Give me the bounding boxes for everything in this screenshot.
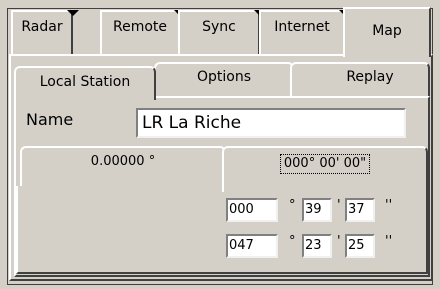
tab-replay-label: Replay [346,69,394,85]
longitude-seconds-field[interactable]: 25 [345,234,375,258]
tab-radar[interactable]: Radar [11,10,73,54]
latitude-seconds-field[interactable]: 37 [345,198,375,222]
tab-radar-label: Radar [21,19,63,35]
degree-symbol: ° [289,234,296,249]
tab-corner-icon [67,10,79,16]
tab-sync-label: Sync [202,19,236,35]
tab-local-station-label: Local Station [39,74,131,90]
longitude-minutes-field[interactable]: 23 [302,234,332,258]
tab-options[interactable]: Options [154,62,294,96]
second-symbol: '' [385,198,393,213]
tab-map[interactable]: Map [343,7,431,57]
second-symbol: '' [385,234,393,249]
latitude-minutes-field[interactable]: 39 [302,198,332,222]
tab-decimal-label: 0.00000 ° [90,154,156,169]
tab-decimal-coordinates[interactable]: 0.00000 ° [20,146,226,186]
tab-internet-label: Internet [274,19,330,35]
tab-dms-label: 000° 00' 00" [279,154,371,174]
minute-symbol: ' [337,198,341,213]
tab-remote-label: Remote [112,19,168,35]
minute-symbol: ' [337,234,341,249]
name-field[interactable]: LR La Riche [136,108,406,138]
tab-options-label: Options [196,69,252,85]
latitude-degrees-field[interactable]: 000 [226,198,278,222]
tab-replay[interactable]: Replay [290,62,430,96]
tab-remote[interactable]: Remote [100,10,180,54]
tab-sync[interactable]: Sync [178,10,260,54]
degree-symbol: ° [289,198,296,213]
name-label: Name [26,110,74,129]
tab-local-station[interactable]: Local Station [14,66,156,100]
window: Radar Remote Sync Internet Map Local Sta… [0,0,440,289]
tab-internet[interactable]: Internet [259,10,345,54]
tab-dms-coordinates[interactable]: 000° 00' 00" [222,146,428,192]
tab-map-label: Map [372,23,402,39]
longitude-degrees-field[interactable]: 047 [226,234,278,258]
